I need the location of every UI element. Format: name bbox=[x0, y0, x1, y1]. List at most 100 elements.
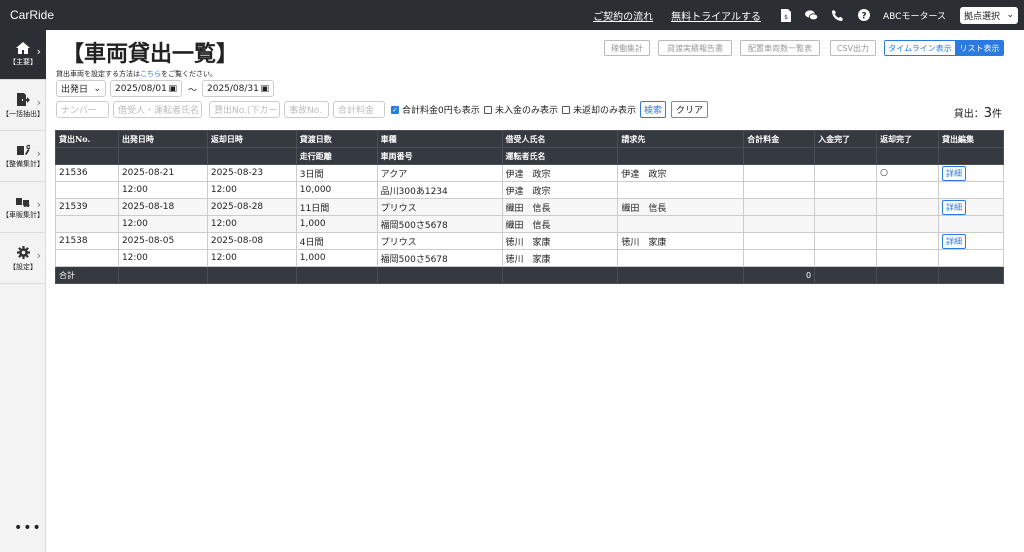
clear-button[interactable]: クリア bbox=[671, 101, 708, 118]
table-cell: 12:00 bbox=[117, 215, 208, 233]
list-view-button[interactable]: リスト表示 bbox=[955, 40, 1004, 56]
sidebar: 【主要】 › 【一括抽出】 › 【整備集計】 › 【車販集計】 › 【設定】 ›… bbox=[0, 30, 46, 552]
app-logo[interactable]: CarRide bbox=[10, 8, 54, 22]
name-input[interactable]: 借受人・運転者氏名 bbox=[113, 101, 202, 118]
footer-cell bbox=[295, 266, 378, 284]
sidebar-item-label: 【一括抽出】 bbox=[2, 109, 44, 118]
svg-text:$: $ bbox=[784, 14, 788, 21]
date-range-separator: 〜 bbox=[188, 86, 198, 96]
page-title: 【車両貸出一覧】 bbox=[62, 41, 239, 67]
table-cell bbox=[814, 164, 878, 182]
detail-button[interactable]: 詳細 bbox=[942, 165, 966, 181]
help-icon[interactable]: ? bbox=[857, 8, 871, 22]
loan-no-input[interactable]: 貸出No.(下カー bbox=[209, 101, 280, 118]
column-subheader bbox=[938, 147, 1004, 165]
table-cell bbox=[876, 181, 939, 199]
column-subheader bbox=[117, 147, 208, 165]
column-header: 借受人氏名 bbox=[501, 130, 619, 148]
chat-icon[interactable] bbox=[805, 8, 819, 22]
chevron-down-icon: ⌄ bbox=[1006, 10, 1014, 20]
column-header: 返却日時 bbox=[206, 130, 297, 148]
more-icon[interactable]: ••• bbox=[14, 520, 42, 536]
checkbox-checked-icon: ✓ bbox=[391, 105, 399, 114]
help-note-prefix: 貸出車両を設定する方法は bbox=[56, 70, 140, 78]
table-body: 21536 2025-08-21 2025-08-23 3日間 アクア 伊達 政宗 伊達 政… bbox=[55, 164, 1004, 267]
table-cell: ○ bbox=[876, 164, 939, 182]
csv-export-button[interactable]: CSV出力 bbox=[830, 40, 876, 56]
table-cell: 21539 bbox=[55, 198, 119, 216]
date-to-input[interactable]: 2025/08/31 ▣ bbox=[202, 80, 274, 97]
table-cell: 詳細 bbox=[938, 164, 1004, 182]
table-footer: 合計 0 bbox=[55, 266, 1004, 284]
table-cell bbox=[617, 215, 745, 233]
sidebar-item-label: 【車販集計】 bbox=[2, 210, 44, 219]
table-cell bbox=[814, 181, 878, 199]
sidebar-item-car-sales[interactable]: 【車販集計】 › bbox=[0, 183, 46, 233]
chevron-right-icon: › bbox=[36, 198, 41, 211]
gear-icon bbox=[16, 245, 30, 259]
table-cell: 品川300あ1234 bbox=[376, 181, 503, 199]
table-cell bbox=[814, 232, 878, 250]
column-subheader bbox=[206, 147, 297, 165]
table-cell: 伊達 政宗 bbox=[501, 181, 619, 199]
footer-cell bbox=[938, 266, 1004, 284]
table-row: 12:00 12:00 10,000 品川300あ1234 伊達 政宗 bbox=[55, 181, 1004, 199]
sidebar-item-label: 【設定】 bbox=[9, 262, 37, 271]
number-input[interactable]: ナンバー bbox=[56, 101, 109, 118]
table-cell: 21538 bbox=[55, 232, 119, 250]
table-cell bbox=[876, 232, 939, 250]
table-cell: 1,000 bbox=[295, 249, 378, 267]
column-subheader bbox=[876, 147, 939, 165]
sidebar-item-bulk-export[interactable]: 【一括抽出】 › bbox=[0, 81, 46, 131]
help-link[interactable]: こちら bbox=[140, 70, 161, 78]
table-row: 21539 2025-08-18 2025-08-28 11日間 プリウス 織田 信長 織田… bbox=[55, 198, 1004, 216]
detail-button[interactable]: 詳細 bbox=[942, 233, 966, 249]
sidebar-item-settings[interactable]: 【設定】 › bbox=[0, 234, 46, 284]
sidebar-item-main[interactable]: 【主要】 › bbox=[0, 30, 46, 80]
branch-select[interactable]: 拠点選択 ⌄ bbox=[960, 6, 1018, 24]
timeline-view-button[interactable]: タイムライン表示 bbox=[884, 40, 956, 56]
operation-summary-button[interactable]: 稼働集計 bbox=[604, 40, 650, 56]
column-subheader: 走行距離 bbox=[295, 147, 378, 165]
column-header: 出発日時 bbox=[117, 130, 208, 148]
table-cell: 伊達 政宗 bbox=[617, 164, 745, 182]
footer-cell bbox=[501, 266, 619, 284]
chevron-right-icon: › bbox=[36, 249, 41, 262]
sidebar-item-maintenance[interactable]: 【整備集計】 › bbox=[0, 132, 46, 182]
date-type-select[interactable]: 出発日 ⌄ bbox=[56, 80, 106, 97]
unpaid-only-checkbox[interactable]: 未入金のみ表示 bbox=[484, 103, 558, 116]
calendar-icon: ▣ bbox=[260, 83, 269, 94]
table-cell: 伊達 政宗 bbox=[501, 164, 619, 182]
unreturned-only-checkbox[interactable]: 未返却のみ表示 bbox=[562, 103, 636, 116]
wrench-icon bbox=[16, 144, 30, 155]
search-button[interactable]: 検索 bbox=[640, 101, 666, 118]
table-cell bbox=[814, 249, 878, 267]
invoice-icon[interactable]: $ bbox=[779, 8, 793, 22]
vehicle-count-button[interactable]: 配置車両数一覧表 bbox=[740, 40, 820, 56]
footer-label: 合計 bbox=[55, 266, 119, 284]
rental-report-button[interactable]: 貸渡実績報告書 bbox=[658, 40, 732, 56]
phone-icon[interactable] bbox=[831, 8, 845, 22]
loan-table: 貸出No. 出発日時 返却日時 貸渡日数 車種 借受人氏名 請求先 合計料金 入金完了 返却完了貸… bbox=[55, 130, 1004, 284]
table-cell: 織田 信長 bbox=[617, 198, 745, 216]
table-cell bbox=[876, 215, 939, 233]
contract-flow-link[interactable]: ご契約の流れ bbox=[593, 8, 653, 23]
table-cell: 1,000 bbox=[295, 215, 378, 233]
show-zero-checkbox[interactable]: ✓ 合計料金0円も表示 bbox=[391, 103, 480, 116]
table-cell: 21536 bbox=[55, 164, 119, 182]
column-header: 貸出編集 bbox=[938, 130, 1004, 148]
table-cell bbox=[55, 249, 119, 267]
loan-count-value: 3 bbox=[983, 106, 992, 121]
table-row: 21536 2025-08-21 2025-08-23 3日間 アクア 伊達 政宗 伊達 政… bbox=[55, 164, 1004, 182]
branch-select-label: 拠点選択 bbox=[964, 11, 1001, 22]
date-type-value: 出発日 bbox=[61, 85, 89, 95]
date-from-input[interactable]: 2025/08/01 ▣ bbox=[110, 80, 182, 97]
free-trial-link[interactable]: 無料トライアルする bbox=[671, 8, 761, 23]
column-header: 返却完了 bbox=[876, 130, 939, 148]
total-fee-input[interactable]: 合計料金 bbox=[333, 101, 385, 118]
detail-button[interactable]: 詳細 bbox=[942, 199, 966, 215]
unpaid-only-label: 未入金のみ表示 bbox=[495, 106, 559, 116]
footer-cell bbox=[876, 266, 939, 284]
accident-no-input[interactable]: 事故No. bbox=[284, 101, 329, 118]
table-cell: 2025-08-18 bbox=[117, 198, 208, 216]
